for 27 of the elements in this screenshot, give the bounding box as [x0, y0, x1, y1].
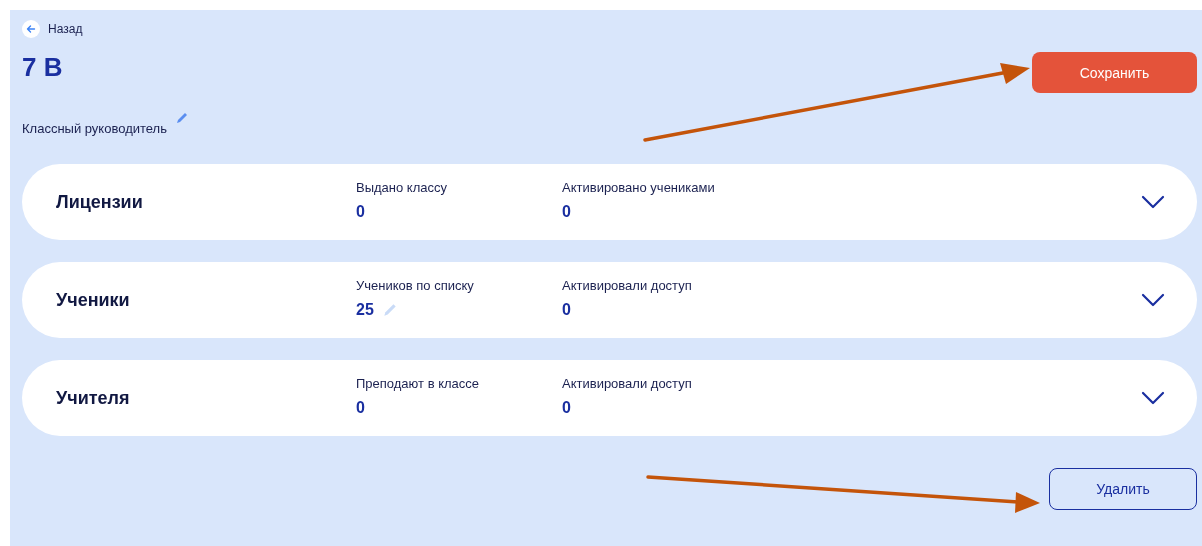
page-title: 7 В	[22, 52, 64, 82]
stat-label: Преподают в классе	[356, 375, 481, 391]
stat-label: Активировано учениками	[562, 179, 715, 195]
chevron-icon[interactable]	[1141, 195, 1165, 209]
stat-value: 0	[562, 300, 571, 319]
stat-value: 0	[562, 202, 571, 221]
section-card[interactable]: Лицензии Выдано классу 0 Активировано учениками 0	[22, 164, 1197, 240]
chevron-icon[interactable]	[1141, 391, 1165, 405]
stat-label: Учеников по списку	[356, 277, 475, 293]
back-link[interactable]: Назад	[22, 20, 83, 38]
section-title: Ученики	[56, 289, 131, 311]
stat-value: 0	[356, 202, 365, 221]
field-label: Классный руководитель	[22, 121, 167, 136]
delete-button[interactable]: Удалить	[1049, 468, 1197, 510]
section-card[interactable]: Ученики Учеников по списку 25 Активировали доступ 0	[22, 262, 1197, 338]
stat-label: Активировали доступ	[562, 375, 692, 391]
section-title: Учителя	[56, 387, 131, 409]
pencil-icon[interactable]	[174, 111, 189, 125]
section-title: Лицензии	[56, 191, 144, 213]
stat-value: 0	[562, 398, 571, 417]
stat-value: 0	[356, 398, 365, 417]
chevron-icon[interactable]	[1141, 293, 1165, 307]
save-button[interactable]: Сохранить	[1032, 52, 1197, 93]
stat-label: Выдано классу	[356, 179, 448, 195]
stat-label: Активировали доступ	[562, 277, 692, 293]
section-card[interactable]: Учителя Преподают в классе 0 Активировали доступ 0	[22, 360, 1197, 436]
stat-value: 25	[356, 300, 374, 319]
